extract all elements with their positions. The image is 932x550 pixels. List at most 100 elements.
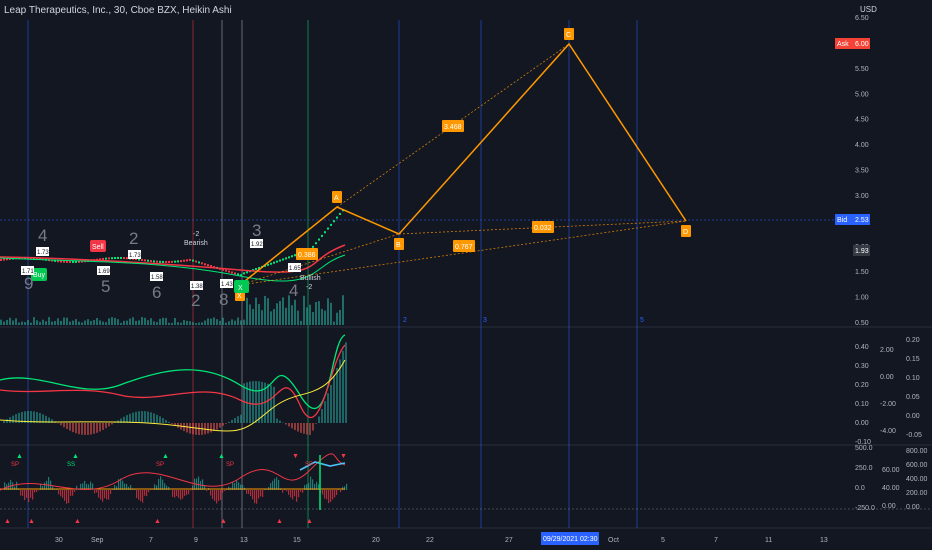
momentum-bar — [298, 490, 300, 498]
momentum-bar — [70, 490, 72, 496]
volume-bar — [261, 310, 263, 325]
candle — [291, 255, 293, 258]
candle — [183, 259, 185, 262]
oscillator-line — [0, 344, 346, 418]
sequence-number: 4 — [289, 281, 298, 300]
volume-bar — [189, 321, 191, 325]
momentum-bar — [104, 490, 106, 499]
histogram-bar — [153, 413, 155, 423]
momentum-bar — [312, 479, 314, 490]
oscillator-tick: -0.05 — [906, 432, 922, 439]
momentum-bar — [282, 490, 284, 493]
histogram-bar — [111, 423, 113, 425]
volume-bar — [318, 301, 320, 325]
candle — [204, 263, 206, 266]
candle — [192, 259, 194, 262]
candle — [150, 260, 152, 263]
pattern-ratio-label: 0.386 — [298, 252, 316, 259]
volume-bar — [249, 304, 251, 325]
histogram-bar — [138, 411, 140, 423]
candle — [327, 227, 329, 230]
volume-bar — [324, 310, 326, 325]
histogram-bar — [75, 423, 77, 434]
histogram-bar — [156, 414, 158, 423]
momentum-bar — [346, 483, 348, 490]
volume-bar — [204, 320, 206, 325]
histogram-bar — [99, 423, 101, 432]
pattern-point-label: B — [396, 242, 401, 249]
pattern-point-label: A — [334, 195, 339, 202]
last-price-value: 1.93 — [855, 248, 869, 255]
momentum-bar — [296, 490, 298, 502]
histogram-bar — [315, 423, 317, 424]
histogram-bar — [267, 383, 269, 423]
candle — [324, 231, 326, 234]
volume-bar — [213, 317, 215, 325]
candle — [285, 257, 287, 260]
momentum-bar — [162, 479, 164, 490]
candle — [339, 212, 341, 215]
sequence-number: 3 — [252, 221, 261, 240]
momentum-tick: 600.00 — [906, 462, 928, 469]
volume-bar — [96, 317, 98, 325]
volume-bar — [228, 321, 230, 325]
volume-bar — [312, 312, 314, 325]
histogram-bar — [330, 384, 332, 423]
volume-bar — [222, 317, 224, 325]
price-label: 1.65 — [289, 266, 301, 272]
histogram-bar — [192, 423, 194, 435]
candle — [108, 257, 110, 260]
volume-bar — [267, 298, 269, 325]
histogram-bar — [243, 383, 245, 423]
pattern-point-label: X — [237, 293, 242, 300]
candle — [147, 259, 149, 262]
bearish-annotation: Bearish — [184, 240, 208, 247]
momentum-bar — [294, 490, 296, 497]
volume-bar — [15, 318, 17, 325]
pattern-ratio-label: 0.767 — [455, 244, 473, 251]
volume-bar — [63, 317, 65, 325]
candle — [198, 261, 200, 264]
volume-bar — [129, 318, 131, 325]
momentum-bar — [98, 490, 100, 498]
oscillator-tick: -4.00 — [880, 428, 896, 435]
volume-bar — [132, 317, 134, 325]
momentum-bar — [182, 490, 184, 499]
signal-mark-label: SS — [67, 462, 75, 468]
candle — [63, 260, 65, 263]
price-label: 1.69 — [98, 269, 110, 275]
volume-bar — [306, 307, 308, 325]
histogram-bar — [72, 423, 74, 433]
histogram-bar — [162, 418, 164, 423]
momentum-bar — [24, 490, 26, 501]
histogram-bar — [63, 423, 65, 428]
price-scale[interactable]: 6.506.005.505.004.504.003.503.002.502.00… — [855, 15, 869, 327]
volume-bar — [270, 311, 272, 325]
momentum-bar — [274, 478, 276, 490]
momentum-bar — [250, 490, 252, 497]
volume-bar — [315, 301, 317, 325]
chart-canvas[interactable]: 235 XABCD3.4680.3860.7670.032SellBuyX1.7… — [0, 0, 932, 550]
histogram-bar — [93, 423, 95, 434]
momentum-tick: 500.0 — [855, 445, 873, 452]
momentum-tick: 0.00 — [906, 504, 920, 511]
volume-bar — [168, 322, 170, 325]
volume-bar — [336, 312, 338, 325]
momentum-bar — [224, 490, 226, 492]
signal-marker: ▼ — [292, 453, 299, 460]
candle — [60, 260, 62, 263]
volume-bar — [60, 320, 62, 325]
candle — [315, 242, 317, 245]
volume-bar — [282, 297, 284, 325]
candle — [195, 260, 197, 263]
momentum-bar — [66, 490, 68, 504]
momentum-tick: 250.0 — [855, 465, 873, 472]
momentum-bar — [184, 490, 186, 496]
volume-bar — [300, 320, 302, 325]
histogram-bar — [345, 342, 347, 423]
bid-label: Bid — [837, 217, 847, 224]
time-axis[interactable]: 30 Sep 7 9 13 15 20 22 27 Oct 5 7 11 13 — [55, 537, 828, 544]
ask-value: 6.00 — [855, 41, 869, 48]
histogram-bar — [333, 376, 335, 423]
volume-bar — [120, 322, 122, 325]
